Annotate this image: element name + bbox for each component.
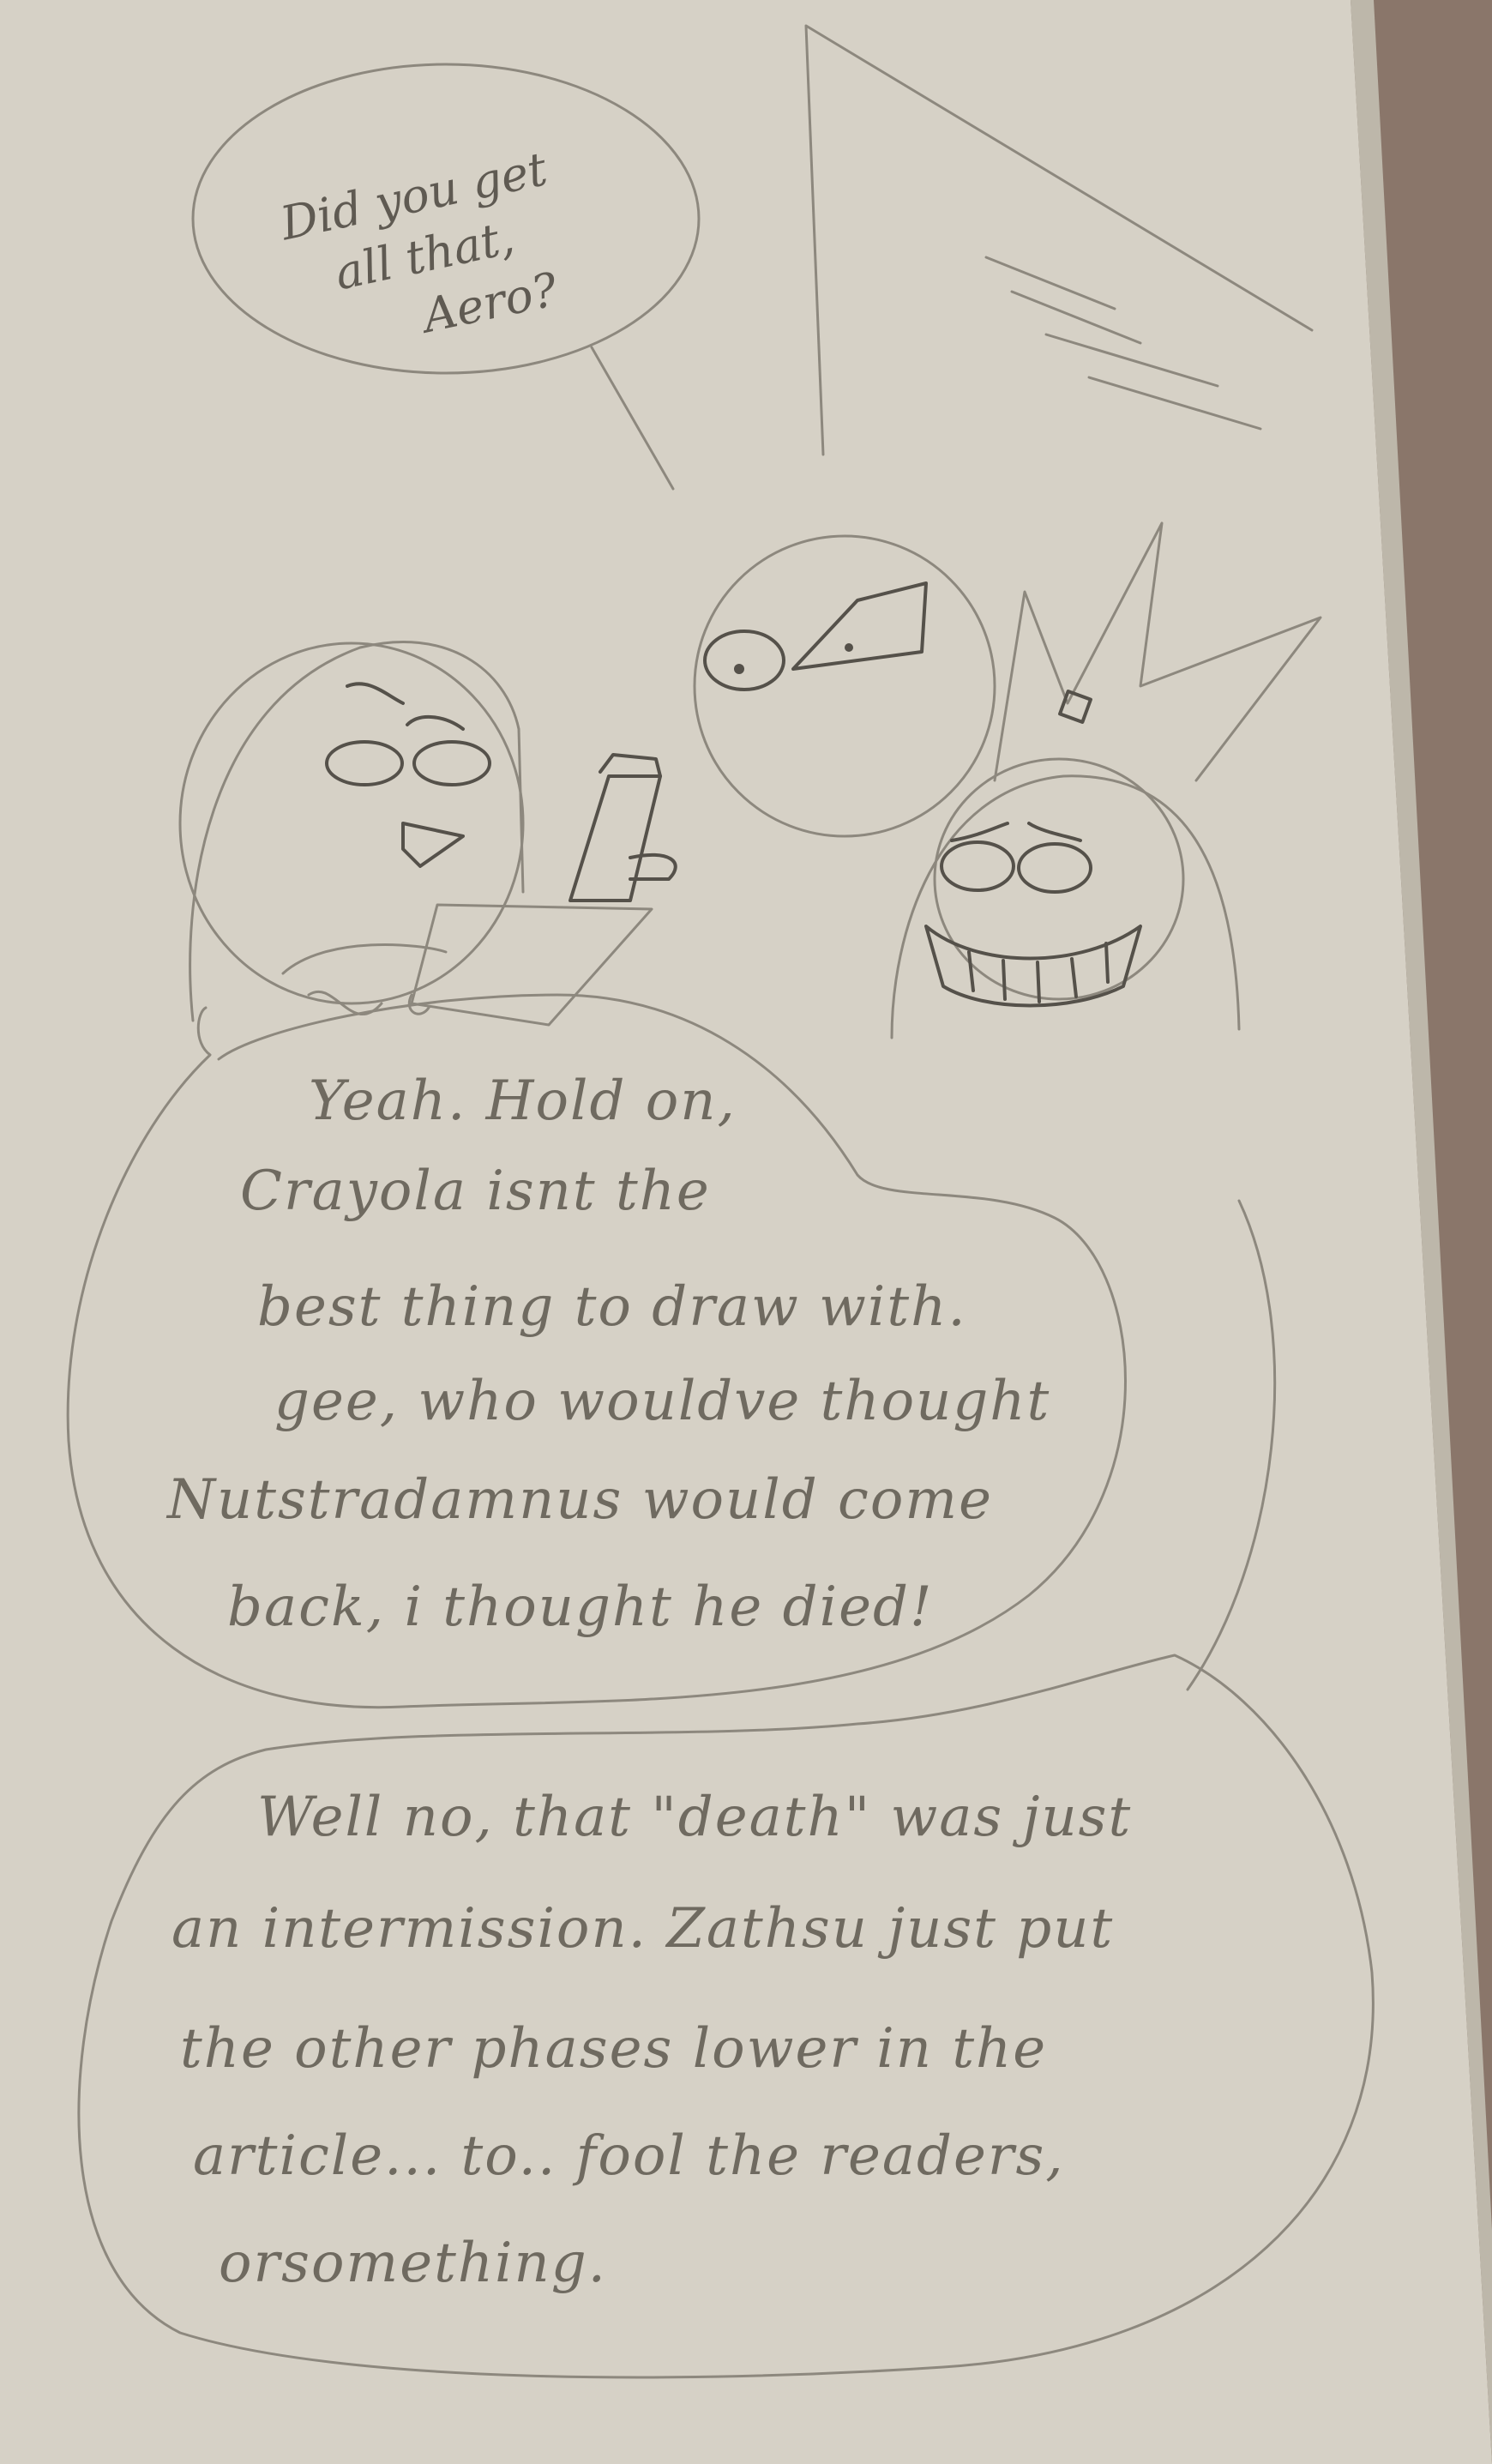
bubble-middle-line-3: best thing to draw with. bbox=[257, 1275, 967, 1339]
bubble-bottom-line-4: article... to.. fool the readers, bbox=[193, 2124, 1065, 2188]
pencil-comic-drawing: Did you get all that, Aero? Yeah. Hold o… bbox=[0, 0, 1492, 2464]
bubble-middle-line-1: Yeah. Hold on, bbox=[309, 1069, 737, 1133]
character-center-pupil-right bbox=[845, 643, 853, 652]
bubble-middle-line-2: Crayola isnt the bbox=[240, 1160, 711, 1223]
bubble-middle-line-4: gee, who wouldve thought bbox=[274, 1370, 1050, 1433]
bubble-bottom-line-3: the other phases lower in the bbox=[180, 2017, 1047, 2081]
comic-page: Did you get all that, Aero? Yeah. Hold o… bbox=[0, 0, 1492, 2464]
bubble-middle-line-5: Nutstradamnus would come bbox=[165, 1468, 993, 1532]
bubble-middle-line-6: back, i thought he died! bbox=[227, 1575, 934, 1639]
bubble-bottom-line-5: orsomething. bbox=[219, 2232, 607, 2295]
bubble-bottom-line-1: Well no, that "death" was just bbox=[257, 1786, 1132, 1849]
bubble-bottom-line-2: an intermission. Zathsu just put bbox=[171, 1897, 1114, 1961]
paper-sheet bbox=[0, 0, 1492, 2464]
character-center-pupil-left bbox=[734, 664, 744, 674]
